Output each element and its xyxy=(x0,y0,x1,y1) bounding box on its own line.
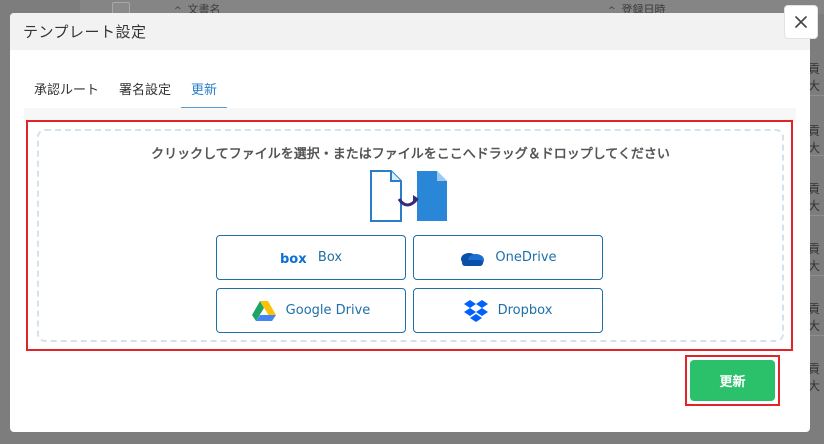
box-logo-icon: box xyxy=(280,252,307,265)
background-cell: 貢大 xyxy=(808,302,821,333)
tab-signature-settings[interactable]: 署名設定 xyxy=(109,75,181,109)
background-cell: 貢大 xyxy=(808,124,821,155)
onedrive-icon xyxy=(461,252,485,266)
google-drive-button[interactable]: Google Drive xyxy=(216,288,406,333)
submit-highlight-frame: 更新 xyxy=(685,355,780,406)
box-button-label: Box xyxy=(317,250,343,265)
onedrive-button-label: OneDrive xyxy=(495,250,557,265)
file-dropzone[interactable]: クリックしてファイルを選択・またはファイルをここへドラッグ＆ドロップしてください… xyxy=(37,129,784,342)
dropzone-instruction: クリックしてファイルを選択・またはファイルをここへドラッグ＆ドロップしてください xyxy=(151,147,670,162)
background-cell: 貢大 xyxy=(808,242,821,273)
tab-update[interactable]: 更新 xyxy=(181,75,228,109)
dropbox-button-label: Dropbox xyxy=(497,303,553,318)
close-icon xyxy=(795,16,807,28)
dropbox-icon xyxy=(463,299,488,322)
svg-text:box: box xyxy=(280,252,307,265)
template-settings-modal: テンプレート設定 承認ルート 署名設定 更新 クリックしてファイルを選択・または… xyxy=(10,13,810,432)
onedrive-button[interactable]: OneDrive xyxy=(413,235,603,280)
tab-bar: 承認ルート 署名設定 更新 xyxy=(24,75,228,109)
background-cell: 貢大 xyxy=(808,62,821,93)
file-replace-icon xyxy=(370,170,447,222)
close-button[interactable] xyxy=(784,5,818,39)
upload-highlight-frame: クリックしてファイルを選択・またはファイルをここへドラッグ＆ドロップしてください… xyxy=(26,120,793,351)
dropbox-button[interactable]: Dropbox xyxy=(413,288,603,333)
google-drive-icon xyxy=(251,300,276,321)
modal-title: テンプレート設定 xyxy=(23,23,147,41)
background-cell: 貢大 xyxy=(808,362,821,393)
modal-header: テンプレート設定 xyxy=(10,13,810,50)
google-drive-button-label: Google Drive xyxy=(285,303,371,318)
background-cell: 貢大 xyxy=(808,182,821,213)
tab-approval-route[interactable]: 承認ルート xyxy=(24,75,109,109)
update-button[interactable]: 更新 xyxy=(690,360,775,401)
box-button[interactable]: box Box xyxy=(216,235,406,280)
